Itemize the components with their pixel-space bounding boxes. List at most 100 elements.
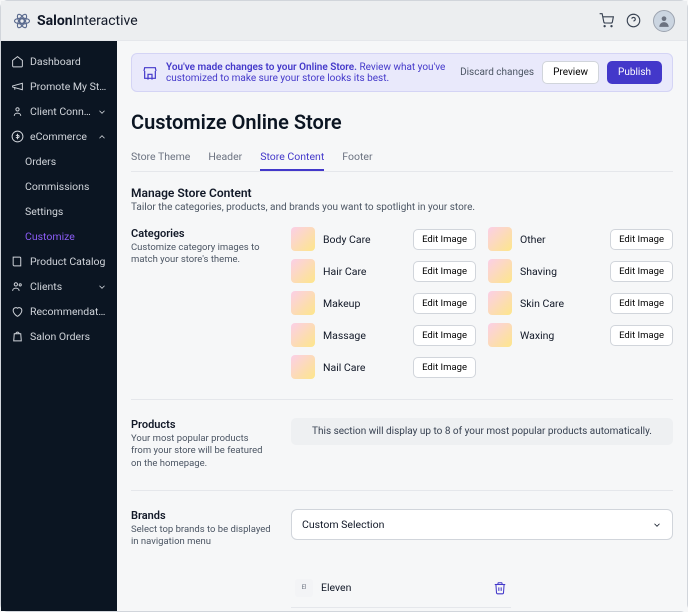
- edit-image-button[interactable]: Edit Image: [610, 261, 673, 282]
- category-label: Other: [520, 233, 602, 246]
- category-label: Waxing: [520, 329, 602, 342]
- category-label: Massage: [323, 329, 405, 342]
- sidebar-item-recommendations[interactable]: Recommendations: [1, 299, 117, 324]
- category-waxing: Waxing Edit Image: [488, 323, 673, 347]
- logo-icon: [13, 12, 31, 30]
- sidebar-item-client-connect[interactable]: Client Connect: [1, 99, 117, 124]
- dollar-icon: [11, 130, 24, 143]
- discard-link[interactable]: Discard changes: [460, 67, 534, 78]
- brands-descr: Select top brands to be displayed in nav…: [131, 524, 271, 549]
- chevron-down-icon: [97, 107, 107, 117]
- tab-header[interactable]: Header: [208, 144, 242, 171]
- edit-image-button[interactable]: Edit Image: [413, 325, 476, 346]
- sidebar-item-label: Dashboard: [30, 55, 107, 68]
- edit-image-button[interactable]: Edit Image: [413, 229, 476, 250]
- tab-content[interactable]: Store Content: [260, 144, 324, 171]
- sidebar-item-label: eCommerce: [30, 130, 91, 143]
- brand-row: El Eleven: [291, 569, 511, 608]
- preview-button[interactable]: Preview: [542, 61, 599, 84]
- edit-image-button[interactable]: Edit Image: [610, 325, 673, 346]
- category-label: Makeup: [323, 297, 405, 310]
- category-skin-care: Skin Care Edit Image: [488, 291, 673, 315]
- category-label: Hair Care: [323, 265, 405, 278]
- people-icon: [11, 280, 24, 293]
- brands-title: Brands: [131, 509, 271, 522]
- sidebar-item-commissions[interactable]: Commissions: [1, 174, 117, 199]
- page-title: Customize Online Store: [131, 110, 673, 134]
- cart-icon[interactable]: [599, 13, 614, 28]
- sidebar-item-label: Settings: [25, 205, 107, 218]
- store-icon: [142, 65, 158, 81]
- brand: SalonInteractive: [13, 12, 138, 30]
- sidebar-item-ecommerce[interactable]: eCommerce: [1, 124, 117, 149]
- edit-image-button[interactable]: Edit Image: [413, 293, 476, 314]
- category-image: [488, 259, 512, 283]
- sidebar-item-dashboard[interactable]: Dashboard: [1, 49, 117, 74]
- sidebar-item-label: Clients: [30, 280, 91, 293]
- brand-suffix: Interactive: [73, 13, 138, 29]
- sidebar-item-salon-orders[interactable]: Salon Orders: [1, 324, 117, 349]
- sidebar-item-product-catalog[interactable]: Product Catalog: [1, 249, 117, 274]
- home-icon: [11, 55, 24, 68]
- category-body-care: Body Care Edit Image: [291, 227, 476, 251]
- category-image: [291, 291, 315, 315]
- category-massage: Massage Edit Image: [291, 323, 476, 347]
- category-image: [291, 227, 315, 251]
- brands-select[interactable]: Custom Selection: [291, 509, 673, 540]
- megaphone-icon: [11, 80, 24, 93]
- brands-select-value: Custom Selection: [302, 518, 384, 531]
- chevron-down-icon: [652, 520, 662, 530]
- category-image: [488, 227, 512, 251]
- category-label: Skin Care: [520, 297, 602, 310]
- heart-icon: [11, 305, 24, 318]
- category-image: [291, 323, 315, 347]
- tab-footer[interactable]: Footer: [342, 144, 372, 171]
- publish-button[interactable]: Publish: [607, 61, 662, 84]
- products-descr: Your most popular products from your sto…: [131, 433, 271, 470]
- brand-logo: El: [295, 579, 313, 597]
- users-icon: [11, 105, 24, 118]
- divider: [131, 399, 673, 400]
- brand-row: KEKEVIN.MURPHY: [291, 608, 511, 611]
- category-label: Nail Care: [323, 361, 405, 374]
- trash-icon[interactable]: [493, 581, 507, 595]
- sidebar-item-label: Orders: [25, 155, 107, 168]
- bag-icon: [11, 330, 24, 343]
- edit-image-button[interactable]: Edit Image: [610, 293, 673, 314]
- help-icon[interactable]: [626, 13, 641, 28]
- sidebar-item-label: Commissions: [25, 180, 107, 193]
- edit-image-button[interactable]: Edit Image: [413, 261, 476, 282]
- section-subtitle: Tailor the categories, products, and bra…: [131, 202, 673, 213]
- category-image: [291, 259, 315, 283]
- chevron-up-icon: [97, 132, 107, 142]
- sidebar: Dashboard Promote My Store Client Connect e…: [1, 41, 117, 611]
- category-hair-care: Hair Care Edit Image: [291, 259, 476, 283]
- category-label: Body Care: [323, 233, 405, 246]
- sidebar-item-label: Customize: [25, 230, 107, 243]
- sidebar-item-customize[interactable]: Customize: [1, 224, 117, 249]
- edit-image-button[interactable]: Edit Image: [413, 357, 476, 378]
- tab-theme[interactable]: Store Theme: [131, 144, 190, 171]
- brand-name: Eleven: [321, 581, 485, 594]
- sidebar-item-promote-my-store[interactable]: Promote My Store: [1, 74, 117, 99]
- products-title: Products: [131, 418, 271, 431]
- section-title: Manage Store Content: [131, 186, 673, 200]
- book-icon: [11, 255, 24, 268]
- category-image: [488, 323, 512, 347]
- categories-descr: Customize category images to match your …: [131, 242, 271, 267]
- category-shaving: ShavingEdit Image: [488, 259, 673, 283]
- sidebar-item-settings[interactable]: Settings: [1, 199, 117, 224]
- changes-banner: You've made changes to your Online Store…: [131, 53, 673, 92]
- category-image: [291, 355, 315, 379]
- sidebar-item-clients[interactable]: Clients: [1, 274, 117, 299]
- avatar[interactable]: [653, 10, 675, 32]
- sidebar-item-label: Promote My Store: [30, 80, 107, 93]
- edit-image-button[interactable]: Edit Image: [610, 229, 673, 250]
- products-notice: This section will display up to 8 of you…: [291, 418, 673, 445]
- sidebar-item-label: Recommendations: [30, 305, 107, 318]
- sidebar-item-label: Client Connect: [30, 105, 91, 118]
- tabs: Store Theme Header Store Content Footer: [131, 144, 673, 172]
- category-nail-care: Nail Care Edit Image: [291, 355, 476, 379]
- sidebar-item-orders[interactable]: Orders: [1, 149, 117, 174]
- divider: [131, 490, 673, 491]
